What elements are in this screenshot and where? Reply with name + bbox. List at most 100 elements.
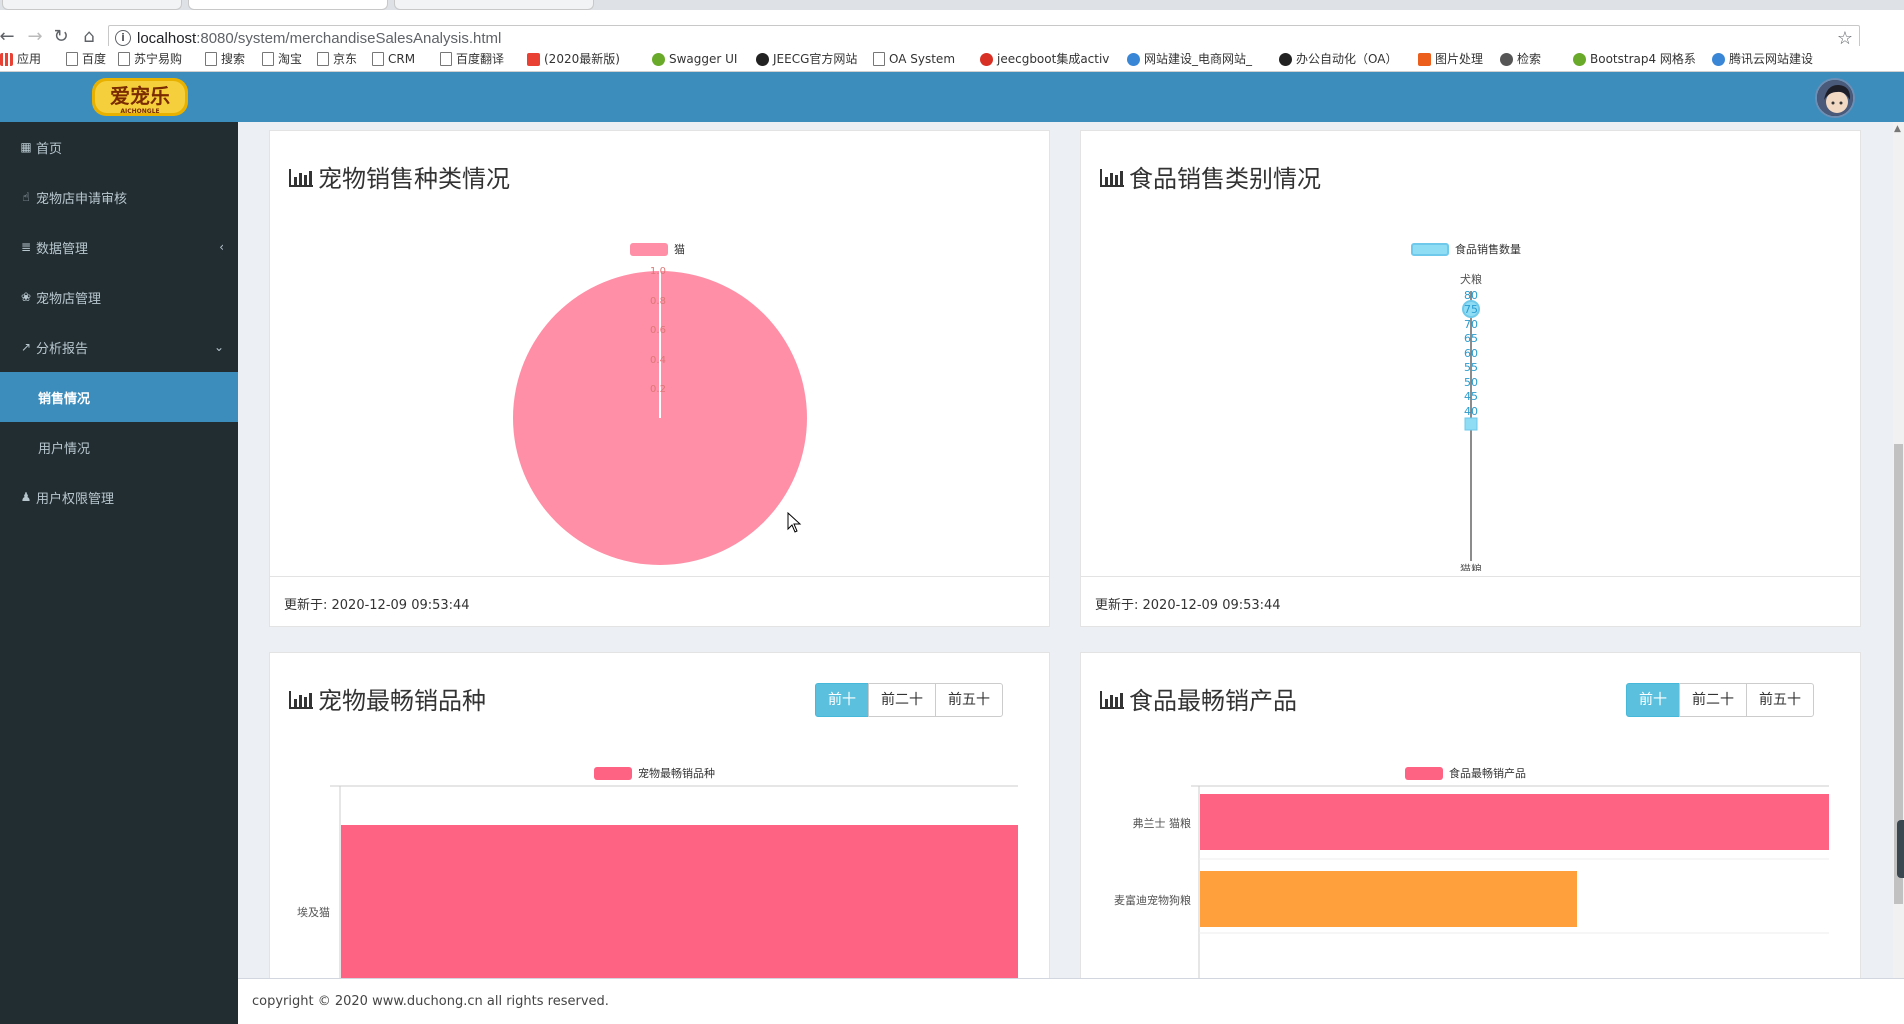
sidebar-item-label: 销售情况	[38, 391, 91, 407]
bookmark-label: 百度翻译	[456, 52, 505, 66]
sidebar-item-label: 宠物店管理	[36, 291, 102, 307]
bookmark-item[interactable]: 苏宁易购	[118, 50, 182, 68]
food-best-bar-chart[interactable]: 弗兰士 猫粮 麦富迪宠物狗粮	[1081, 653, 1862, 978]
tencent-cloud-icon	[1712, 52, 1725, 66]
bookmark-item[interactable]: 网站建设_电商网站_	[1127, 50, 1252, 68]
search-doc-icon	[1500, 52, 1513, 66]
sidebar-item-label: 宠物店申请审核	[36, 191, 128, 207]
bookmark-label: CRM	[388, 52, 416, 66]
home-icon[interactable]: ⌂	[78, 26, 100, 48]
chevron-left-icon: ‹	[219, 240, 224, 254]
category-label: 麦富迪宠物狗粮	[1114, 893, 1191, 907]
pet-best-bar-chart[interactable]: 埃及猫	[270, 653, 1051, 978]
bookmark-item[interactable]: 检索	[1500, 50, 1541, 68]
mouse-cursor-icon	[787, 512, 802, 533]
bookmark-label: 应用	[17, 52, 42, 66]
bookmark-label: Bootstrap4 网格系	[1590, 52, 1696, 66]
bookmark-item[interactable]: 腾讯云网站建设	[1712, 50, 1813, 68]
reload-icon[interactable]: ↻	[50, 26, 72, 48]
office-icon	[1418, 52, 1431, 66]
bookmark-item[interactable]: CRM	[372, 50, 415, 68]
bookmark-item[interactable]: 百度	[66, 50, 106, 68]
sidebar-item-analysis-report[interactable]: ↗ 分析报告 ⌄	[0, 322, 238, 372]
chevron-down-icon: ⌄	[213, 340, 224, 354]
side-panel-handle[interactable]	[1897, 820, 1904, 878]
radial-tick-labels: 80 75 70 65 60 55 50 45 40	[1464, 289, 1478, 418]
page-icon	[262, 52, 274, 66]
radial-tick-label: 75	[1464, 303, 1478, 316]
browser-tab[interactable]	[2, 0, 182, 10]
radar-point[interactable]	[1464, 417, 1478, 431]
sidebar-item-store-review[interactable]: ☝ 宠物店申请审核	[0, 172, 238, 222]
page-icon	[118, 52, 130, 66]
bookmark-label: 搜索	[221, 52, 246, 66]
bookmark-item[interactable]: (2020最新版)	[527, 50, 620, 68]
bookmark-label: 腾讯云网站建设	[1729, 52, 1814, 66]
bookmark-label: jeecgboot集成activ	[997, 52, 1110, 66]
paw-icon: ❀	[20, 290, 32, 304]
sidebar-item-sales[interactable]: 销售情况	[0, 372, 238, 422]
radial-tick-label: 70	[1464, 318, 1478, 331]
radial-tick-label: 55	[1464, 361, 1478, 374]
sidebar-item-data-management[interactable]: ≣ 数据管理 ‹	[0, 222, 238, 272]
bookmark-label: Swagger UI	[669, 52, 738, 66]
user-avatar[interactable]	[1815, 78, 1855, 118]
bookmark-item[interactable]: JEECG官方网站	[756, 50, 857, 68]
pet-best-panel: 宠物最畅销品种 前十 前二十 前五十 宠物最畅销品种 埃及猫	[269, 652, 1050, 978]
back-icon[interactable]: ←	[0, 26, 18, 48]
bookmark-item[interactable]: 搜索	[205, 50, 245, 68]
food-category-radar-chart[interactable]: 犬粮 80 75 70 65 60 55 50 45 40 猫粮	[1081, 131, 1862, 571]
bookmark-item[interactable]: 办公自动化（OA）	[1279, 50, 1397, 68]
browser-tab-strip	[0, 0, 1904, 10]
radial-tick-label: 80	[1464, 289, 1478, 302]
browser-tab[interactable]	[394, 0, 594, 10]
github-icon	[1279, 52, 1292, 66]
bookmark-item[interactable]: 百度翻译	[440, 50, 504, 68]
browser-tab-active[interactable]	[188, 0, 388, 10]
bookmarks-bar: 应用 百度 苏宁易购 搜索 淘宝 京东 CRM 百度翻译 (2020最新版) Swagger UI…	[0, 46, 1904, 72]
bookmark-label: 京东	[333, 52, 358, 66]
app-header: 爱宠乐 AICHONGLE	[0, 72, 1904, 122]
bookmark-item[interactable]: Bootstrap4 网格系	[1573, 50, 1696, 68]
browser-toolbar: ← → ↻ ⌂ i localhost:8080/system/merchand…	[0, 10, 1904, 51]
bookmark-item[interactable]: jeecgboot集成activ	[980, 50, 1109, 68]
bookmark-item[interactable]: 京东	[317, 50, 357, 68]
sidebar-item-store-management[interactable]: ❀ 宠物店管理	[0, 272, 238, 322]
bar[interactable]	[1200, 871, 1577, 927]
sidebar-item-label: 首页	[36, 141, 63, 157]
user-icon: ♟	[20, 490, 32, 504]
page-icon	[372, 52, 384, 66]
cloud-icon	[1127, 52, 1140, 66]
swagger-icon	[652, 52, 665, 66]
bookmark-item[interactable]: Swagger UI	[652, 50, 737, 68]
sidebar: ▦ 首页 ☝ 宠物店申请审核 ≣ 数据管理 ‹ ❀ 宠物店管理 ↗ 分析报告 ⌄ 销售情况…	[0, 122, 238, 1024]
bookmark-item[interactable]: 应用	[0, 50, 41, 68]
bookmark-item[interactable]: 淘宝	[262, 50, 302, 68]
radial-tick-label: 40	[1464, 405, 1478, 418]
bar[interactable]	[1200, 794, 1829, 850]
page-icon	[66, 52, 78, 66]
bookmark-label: (2020最新版)	[544, 52, 620, 66]
forward-icon[interactable]: →	[24, 26, 46, 48]
page-icon	[873, 52, 885, 66]
page-icon	[317, 52, 329, 66]
food-category-panel: 食品销售类别情况 食品销售数量 犬粮 80 75 70 65 60 55 50 …	[1080, 130, 1861, 627]
bookmark-item[interactable]: OA System	[873, 50, 955, 68]
sidebar-item-label: 用户情况	[38, 441, 91, 457]
site-info-icon[interactable]: i	[115, 30, 131, 46]
scroll-up-icon[interactable]: ▲	[1894, 124, 1901, 134]
bookmark-label: 淘宝	[278, 52, 303, 66]
bookmark-label: 检索	[1517, 52, 1542, 66]
page-icon	[440, 52, 452, 66]
svg-text:AICHONGLE: AICHONGLE	[120, 108, 159, 115]
apps-grid-icon	[0, 52, 13, 66]
bookmark-item[interactable]: 图片处理	[1418, 50, 1483, 68]
radial-tick-label: 0.6	[650, 325, 666, 336]
brand-logo[interactable]: 爱宠乐 AICHONGLE	[92, 76, 188, 118]
sidebar-item-home[interactable]: ▦ 首页	[0, 122, 238, 172]
sidebar-item-permissions[interactable]: ♟ 用户权限管理	[0, 472, 238, 522]
runoob-icon	[1573, 52, 1586, 66]
sidebar-item-users[interactable]: 用户情况	[0, 422, 238, 472]
pet-category-pie-chart[interactable]: 1.0 0.8 0.6 0.4 0.2	[270, 131, 1051, 571]
bar[interactable]	[341, 825, 1018, 978]
